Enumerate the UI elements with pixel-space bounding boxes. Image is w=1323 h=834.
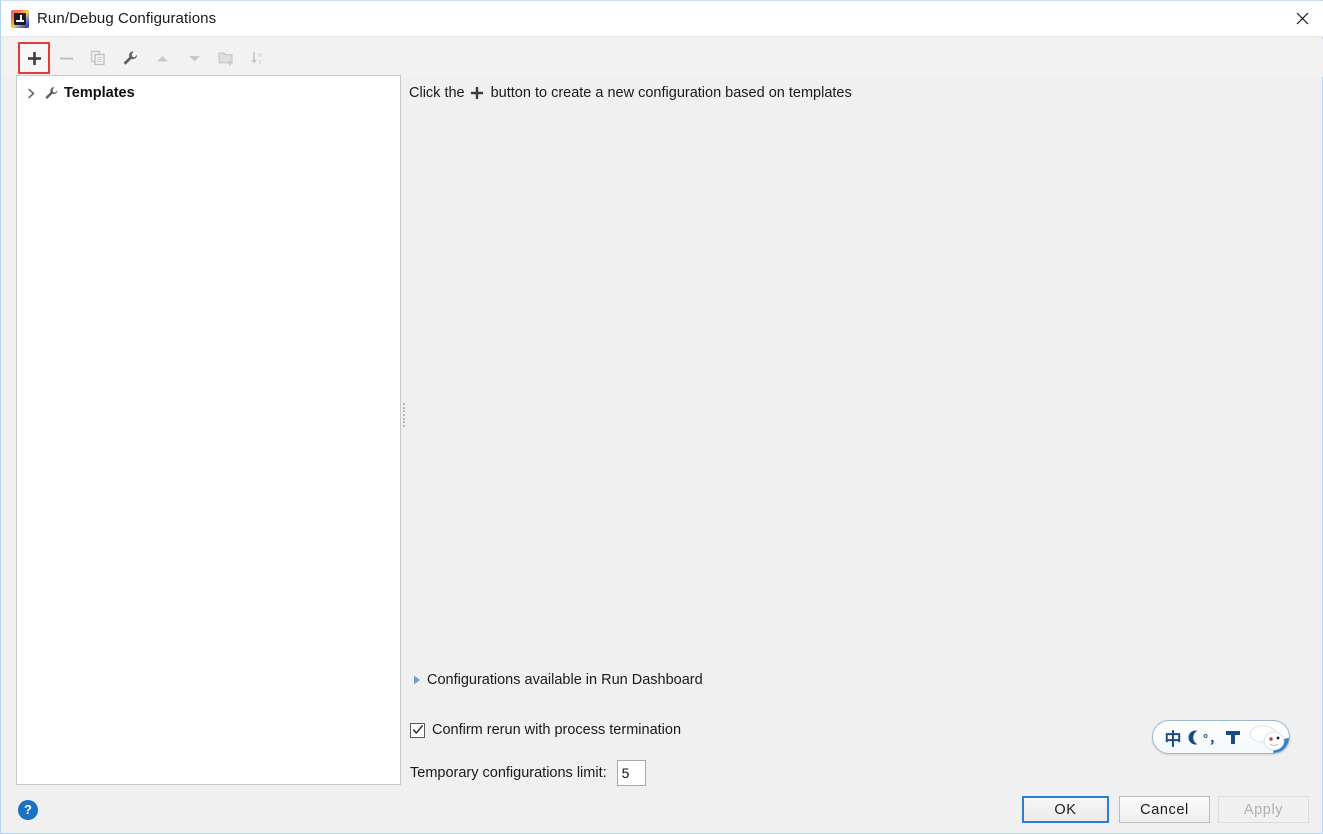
help-button[interactable]: ? <box>18 800 38 820</box>
cancel-button[interactable]: Cancel <box>1119 796 1210 823</box>
temporary-limit-label: Temporary configurations limit: <box>410 765 607 781</box>
triangle-right-icon[interactable] <box>410 673 423 687</box>
tree-item-label: Templates <box>64 85 135 101</box>
configurations-toolbar: a z <box>1 39 1323 77</box>
confirm-rerun-checkbox[interactable] <box>410 722 425 738</box>
tree-item-templates[interactable]: Templates <box>17 82 400 104</box>
edit-templates-button[interactable] <box>114 42 146 74</box>
temporary-limit-input[interactable] <box>616 760 646 786</box>
crescent-moon-icon[interactable] <box>1185 730 1203 745</box>
arrow-down-icon <box>188 55 200 61</box>
svg-text:z: z <box>259 60 262 66</box>
hint-prefix-text: Click the <box>409 85 465 101</box>
configuration-details-panel: Click the button to create a new configu… <box>409 77 1309 786</box>
plus-icon <box>470 86 484 100</box>
run-dashboard-expander[interactable]: Configurations available in Run Dashboar… <box>410 672 703 688</box>
close-icon[interactable] <box>1280 1 1323 36</box>
ok-button[interactable]: OK <box>1022 796 1109 823</box>
soft-keyboard-icon[interactable] <box>1223 729 1243 745</box>
add-configuration-button[interactable] <box>18 42 50 74</box>
intellij-idea-icon <box>11 10 29 28</box>
ime-floating-toolbar[interactable]: 中 °， <box>1152 720 1290 754</box>
wrench-icon <box>41 86 61 101</box>
plus-icon <box>27 51 41 65</box>
sort-a-z-icon: a z <box>251 52 263 66</box>
confirm-rerun-label: Confirm rerun with process termination <box>432 722 682 738</box>
copy-configuration-button <box>82 42 114 74</box>
chevron-right-icon[interactable] <box>21 88 41 99</box>
sort-alphabetically-button: a z <box>242 42 274 74</box>
apply-button: Apply <box>1218 796 1309 823</box>
run-debug-configurations-dialog: Run/Debug Configurations a z Templates C… <box>0 0 1323 834</box>
ime-punctuation-button[interactable]: °， <box>1203 728 1223 747</box>
copy-icon <box>90 50 105 66</box>
move-down-button <box>178 42 210 74</box>
folder-add-icon <box>218 52 232 66</box>
check-icon <box>412 725 423 734</box>
minus-icon <box>59 57 73 59</box>
svg-text:a: a <box>259 53 263 59</box>
new-folder-button <box>210 42 242 74</box>
sogou-logo-icon[interactable] <box>1243 721 1289 753</box>
temporary-configurations-limit-row: Temporary configurations limit: <box>410 760 646 786</box>
wrench-icon <box>123 50 137 65</box>
panel-splitter-handle[interactable] <box>399 401 408 429</box>
remove-configuration-button <box>50 42 82 74</box>
title-bar: Run/Debug Configurations <box>1 1 1323 37</box>
move-up-button <box>146 42 178 74</box>
empty-state-hint: Click the button to create a new configu… <box>409 85 852 101</box>
arrow-up-icon <box>156 55 168 61</box>
run-dashboard-label: Configurations available in Run Dashboar… <box>427 672 703 688</box>
confirm-rerun-row[interactable]: Confirm rerun with process termination <box>410 722 681 738</box>
ime-language-mode-button[interactable]: 中 <box>1161 725 1185 750</box>
configurations-tree-panel[interactable]: Templates <box>16 75 401 785</box>
page-title: Run/Debug Configurations <box>37 10 217 27</box>
hint-suffix-text: button to create a new configuration bas… <box>490 85 852 101</box>
